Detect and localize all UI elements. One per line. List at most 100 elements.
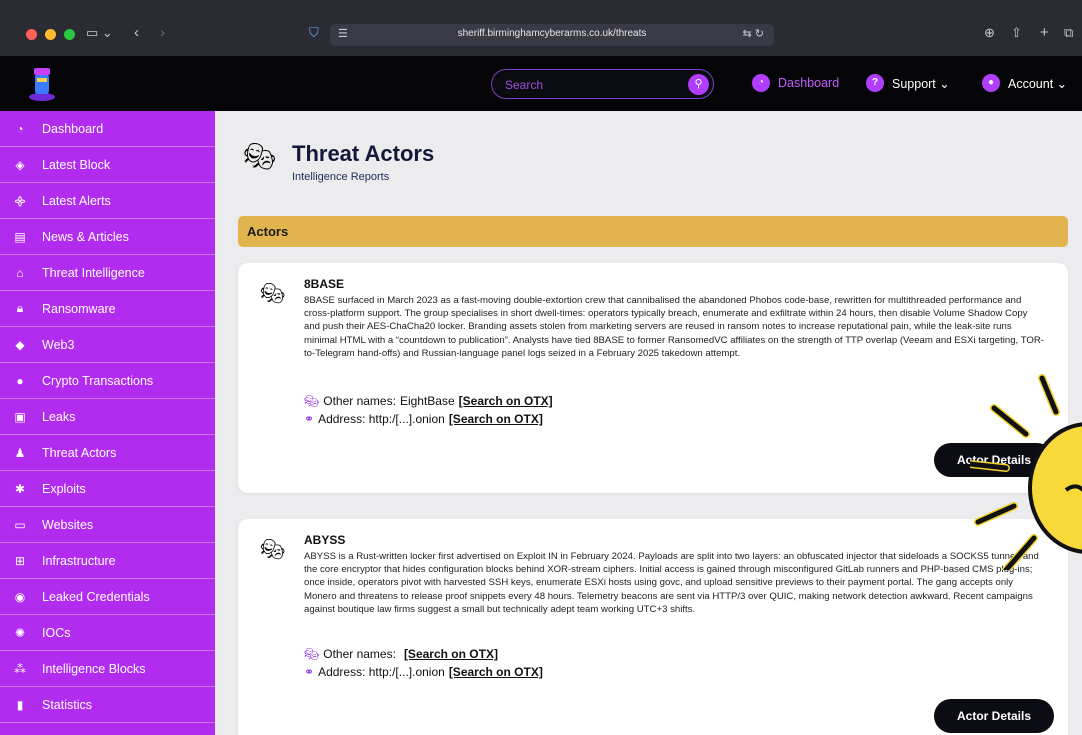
download-icon[interactable]: ⊕ — [984, 24, 995, 42]
actors-section-header: Actors — [238, 216, 1068, 247]
sidebar-item-label: Crypto Transactions — [42, 373, 154, 388]
actor-card: 🎭︎ 8BASE 8BASE surfaced in March 2023 as… — [238, 263, 1068, 493]
sidebar-item-latest-block[interactable]: ◈ Latest Block — [0, 147, 215, 183]
other-names: 🎭︎ Other names: EightBase [Search on OTX… — [304, 394, 553, 408]
nav-support[interactable]: ? Support ⌄ — [866, 74, 950, 92]
tabs-overview-icon[interactable]: ⧉ — [1064, 24, 1073, 42]
browser-icon: ▭ — [14, 517, 26, 532]
actor-details-button[interactable]: Actor Details — [934, 443, 1054, 477]
shield-icon[interactable]: ⛉ — [309, 24, 319, 42]
sidebar-item-label: Threat Actors — [42, 445, 117, 460]
sidebar-item-label: Exploits — [42, 481, 86, 496]
theater-masks-icon: 🎭︎ — [243, 141, 277, 171]
search-otx-link[interactable]: [Search on OTX] — [449, 412, 543, 426]
sidebar-item-websites[interactable]: ▭ Websites — [0, 507, 215, 543]
address-bar[interactable]: ☰ sheriff.birminghamcyberarms.co.uk/thre… — [330, 24, 774, 46]
sidebar-item-infrastructure[interactable]: ⊞ Infrastructure — [0, 543, 215, 579]
actor-address: ⚭ Address: http:/[...].onion [Search on … — [304, 665, 543, 679]
broadcast-icon: ᯽ — [13, 194, 27, 208]
sidebar-item-label: Statistics — [42, 697, 93, 712]
sidebar-item-statistics[interactable]: ▮ Statistics — [0, 687, 215, 723]
sidebar-item-label: Intelligence Blocks — [42, 661, 146, 676]
building-icon: ⌂ — [16, 265, 24, 280]
reload-icon[interactable]: ⇆ ↻ — [743, 27, 765, 40]
close-window-button[interactable] — [26, 29, 37, 40]
sidebar-item-threat-intelligence[interactable]: ⌂ Threat Intelligence — [0, 255, 215, 291]
sidebar-item-label: Dashboard — [42, 121, 104, 136]
search-otx-link[interactable]: [Search on OTX] — [449, 665, 543, 679]
question-icon: ? — [866, 74, 884, 92]
back-icon[interactable]: ‹ — [134, 24, 139, 42]
sidebar-item-intelligence-blocks[interactable]: ⁂ Intelligence Blocks — [0, 651, 215, 687]
nav-account-label: Account ⌄ — [1008, 76, 1068, 91]
actor-name: ABYSS — [304, 533, 346, 547]
bug-icon: ✱ — [14, 481, 26, 496]
share-icon[interactable]: ⇧ — [1011, 24, 1022, 42]
browser-chrome: ▭ ⌄ ‹ › ⛉ ☰ sheriff.birminghamcyberarms.… — [0, 0, 1082, 56]
url-text: sheriff.birminghamcyberarms.co.uk/threat… — [457, 28, 647, 39]
page-subtitle: Intelligence Reports — [292, 171, 390, 183]
cube-icon: ◈ — [15, 157, 25, 172]
minimize-window-button[interactable] — [45, 29, 56, 40]
forward-icon[interactable]: › — [160, 24, 165, 42]
sidebar-toggle-icon[interactable]: ▭ ⌄ — [86, 24, 113, 42]
sidebar-item-ransomware[interactable]: 🔒︎ Ransomware — [0, 291, 215, 327]
theater-masks-icon: 🎭︎ — [260, 283, 286, 305]
actor-address: ⚭ Address: http:/[...].onion [Search on … — [304, 412, 543, 426]
maximize-window-button[interactable] — [64, 29, 75, 40]
sidebar-item-dashboard[interactable]: ◔ Dashboard — [0, 111, 215, 147]
sidebar: ◔ Dashboard ◈ Latest Block ᯽ Latest Alerts … — [0, 111, 215, 735]
user-secret-icon: ♟ — [14, 445, 26, 460]
bar-chart-icon: ▮ — [16, 697, 24, 712]
sidebar-item-label: Threat Intelligence — [42, 265, 145, 280]
sidebar-item-leaked-credentials[interactable]: ◉ Leaked Credentials — [0, 579, 215, 615]
masks-icon: 🎭︎ — [304, 394, 320, 408]
sheriff-logo[interactable] — [27, 64, 57, 102]
sidebar-item-label: Leaked Credentials — [42, 589, 150, 604]
other-names-label: Other names: — [323, 394, 396, 408]
actor-description: ABYSS is a Rust-written locker first adv… — [304, 551, 1039, 615]
search-placeholder: Search — [505, 78, 544, 92]
coin-icon: ● — [16, 373, 24, 388]
masks-icon: 🎭︎ — [304, 647, 320, 661]
sidebar-item-iocs[interactable]: ✺ IOCs — [0, 615, 215, 651]
newspaper-icon: ▤ — [14, 229, 26, 244]
search-otx-link[interactable]: [Search on OTX] — [459, 394, 553, 408]
sidebar-item-label: Ransomware — [42, 301, 116, 316]
sidebar-item-latest-alerts[interactable]: ᯽ Latest Alerts — [0, 183, 215, 219]
link-icon: ⚭ — [304, 665, 315, 679]
eye-icon: ◉ — [14, 589, 26, 604]
sidebar-item-news[interactable]: ▤ News & Articles — [0, 219, 215, 255]
sidebar-item-exploits[interactable]: ✱ Exploits — [0, 471, 215, 507]
lock-icon: 🔒︎ — [16, 301, 24, 315]
nav-dashboard[interactable]: ◔ Dashboard — [752, 74, 839, 92]
user-icon: ● — [982, 74, 1000, 92]
sidebar-item-crypto-transactions[interactable]: ● Crypto Transactions — [0, 363, 215, 399]
dashboard-icon: ◔ — [752, 74, 770, 92]
sidebar-item-label: Infrastructure — [42, 553, 116, 568]
nav-dashboard-label: Dashboard — [778, 76, 840, 90]
dashboard-icon: ◔ — [16, 121, 24, 136]
new-tab-icon[interactable]: + — [1040, 24, 1049, 42]
sidebar-item-label: Latest Block — [42, 157, 111, 172]
search-icon[interactable]: ⚲ — [688, 74, 709, 95]
network-icon: ⊞ — [14, 553, 26, 568]
search-otx-link[interactable]: [Search on OTX] — [404, 647, 498, 661]
other-names-value: EightBase — [399, 394, 455, 408]
other-names-label: Other names: — [323, 647, 396, 661]
window-controls — [26, 29, 75, 40]
nav-support-label: Support ⌄ — [892, 76, 950, 91]
sidebar-item-label: Web3 — [42, 337, 75, 352]
sidebar-item-label: Leaks — [42, 409, 76, 424]
sidebar-item-leaks[interactable]: ▣ Leaks — [0, 399, 215, 435]
theater-masks-icon: 🎭︎ — [260, 539, 286, 561]
search-input[interactable]: Search ⚲ — [491, 69, 714, 99]
actor-details-button[interactable]: Actor Details — [934, 699, 1054, 733]
nav-account[interactable]: ● Account ⌄ — [982, 74, 1067, 92]
floppy-icon: ▣ — [14, 409, 26, 424]
other-names: 🎭︎ Other names: [Search on OTX] — [304, 647, 498, 661]
sidebar-item-web3[interactable]: ◆ Web3 — [0, 327, 215, 363]
sidebar-item-label: Latest Alerts — [42, 193, 111, 208]
actor-description: 8BASE surfaced in March 2023 as a fast-m… — [304, 295, 1044, 359]
sidebar-item-threat-actors[interactable]: ♟ Threat Actors — [0, 435, 215, 471]
